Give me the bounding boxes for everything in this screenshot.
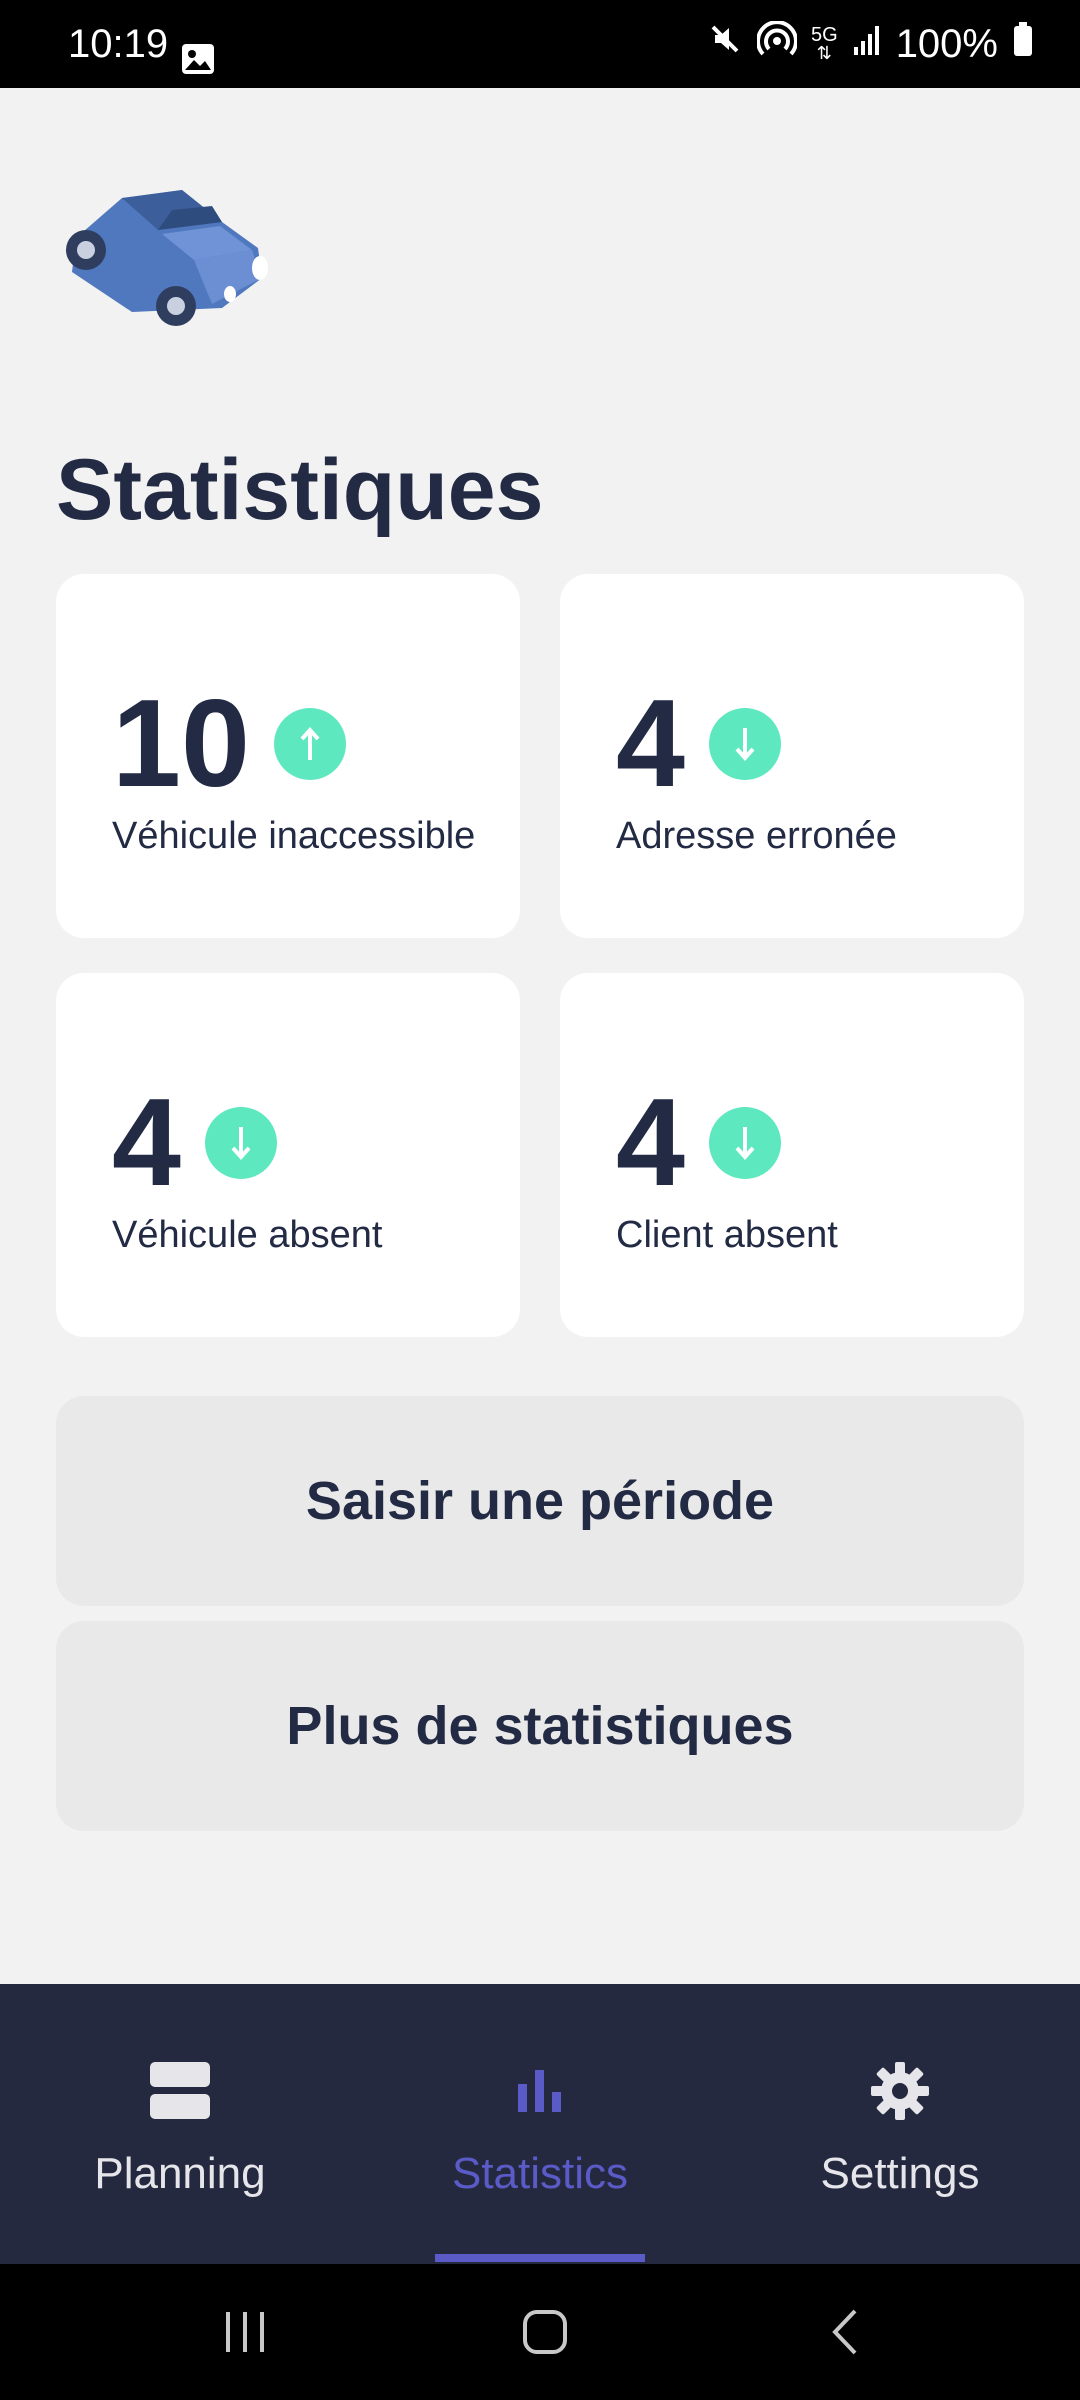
- nav-item-planning[interactable]: Planning: [0, 1984, 360, 2264]
- nav-item-statistics[interactable]: Statistics: [360, 1984, 720, 2264]
- bar-chart-icon: [516, 2056, 564, 2126]
- active-tab-indicator: [435, 2254, 645, 2262]
- trend-up-icon: [273, 708, 346, 780]
- stat-label: Adresse erronée: [616, 815, 897, 857]
- nav-item-settings[interactable]: Settings: [720, 1984, 1080, 2264]
- trend-down-icon: [708, 1107, 781, 1179]
- status-bar: 10:19 5G ⇅ 100%: [0, 0, 1080, 88]
- stat-card-wrong-address[interactable]: 4 Adresse erronée: [560, 574, 1024, 938]
- stat-card-client-absent[interactable]: 4 Client absent: [560, 973, 1024, 1337]
- stat-label: Client absent: [616, 1214, 838, 1256]
- app-logo: [62, 176, 282, 326]
- system-nav-bar: [0, 2264, 1080, 2400]
- stat-card-vehicle-inaccessible[interactable]: 10 Véhicule inaccessible: [56, 574, 520, 938]
- home-icon[interactable]: [510, 2304, 580, 2360]
- stat-value: 4: [616, 675, 685, 813]
- signal-icon: [852, 20, 882, 68]
- nav-label: Statistics: [451, 2149, 629, 2198]
- stat-label: Véhicule inaccessible: [112, 815, 476, 857]
- network-5g-icon: 5G ⇅: [811, 24, 838, 63]
- gear-icon: [870, 2056, 930, 2126]
- stat-value: 10: [112, 675, 250, 813]
- stat-label: Véhicule absent: [112, 1214, 383, 1256]
- page-title: Statistiques: [56, 442, 544, 538]
- status-icons: 5G ⇅ 100%: [707, 20, 1034, 68]
- status-time: 10:19: [68, 22, 169, 66]
- nav-label: Planning: [94, 2149, 266, 2198]
- stat-card-vehicle-absent[interactable]: 4 Véhicule absent: [56, 973, 520, 1337]
- car-icon: [66, 190, 268, 326]
- battery-percent: 100%: [895, 22, 998, 66]
- nav-label: Settings: [820, 2149, 980, 2198]
- recent-apps-icon[interactable]: [210, 2304, 280, 2360]
- bottom-nav: Planning Statistics Settings: [0, 1984, 1080, 2264]
- select-period-button[interactable]: Saisir une période: [56, 1396, 1024, 1606]
- hotspot-icon: [756, 20, 798, 68]
- trend-down-icon: [708, 708, 781, 780]
- gallery-icon: [180, 42, 216, 81]
- trend-down-icon: [204, 1107, 277, 1179]
- back-icon[interactable]: [810, 2304, 880, 2360]
- stat-value: 4: [112, 1074, 181, 1212]
- more-statistics-button[interactable]: Plus de statistiques: [56, 1621, 1024, 1831]
- stat-value: 4: [616, 1074, 685, 1212]
- planning-icon: [150, 2056, 210, 2126]
- mute-icon: [707, 20, 743, 68]
- battery-icon: [1012, 20, 1034, 68]
